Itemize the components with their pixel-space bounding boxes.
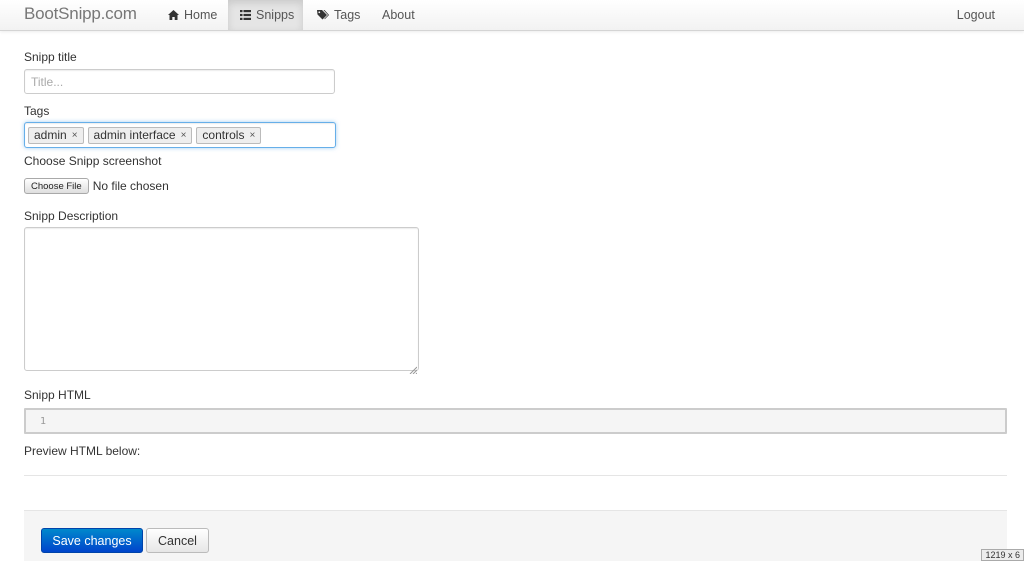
html-code-editor[interactable]: 1: [24, 408, 1007, 434]
tag-chip: admin interface ×: [87, 126, 193, 144]
home-icon: [168, 10, 179, 20]
line-number: 1: [39, 415, 47, 427]
tag-chip: admin ×: [28, 126, 84, 144]
top-navbar: BootSnipp.com Home Snipps Tags About Log…: [0, 0, 1024, 31]
tag-icon: [317, 10, 329, 20]
logout-label: Logout: [956, 8, 995, 22]
divider: [24, 475, 1007, 476]
screenshot-label: Choose Snipp screenshot: [24, 154, 162, 168]
nav-about[interactable]: About: [370, 0, 427, 30]
tag-chip-label: admin interface: [93, 128, 176, 142]
choose-file-button[interactable]: Choose File: [24, 178, 89, 194]
snipp-title-label: Snipp title: [24, 50, 77, 64]
list-icon: [240, 10, 251, 20]
file-picker: Choose File No file chosen: [24, 178, 169, 194]
snipp-title-input[interactable]: [24, 69, 335, 94]
tag-remove-icon[interactable]: ×: [249, 130, 255, 141]
window-size-badge: 1219 x 6: [981, 549, 1024, 561]
preview-label: Preview HTML below:: [24, 444, 141, 458]
nav-snipps[interactable]: Snipps: [228, 0, 303, 30]
tags-input[interactable]: admin × admin interface × controls ×: [24, 122, 336, 148]
nav-home[interactable]: Home: [156, 0, 229, 30]
save-changes-button[interactable]: Save changes: [41, 528, 143, 553]
cancel-button[interactable]: Cancel: [146, 528, 209, 553]
tag-chip-label: admin: [34, 128, 67, 142]
nav-tags[interactable]: Tags: [305, 0, 372, 30]
form-actions: Save changes Cancel: [24, 510, 1007, 561]
nav-tags-label: Tags: [334, 8, 361, 22]
description-label: Snipp Description: [24, 209, 119, 223]
nav-home-label: Home: [184, 8, 218, 22]
description-textarea[interactable]: [24, 227, 419, 375]
nav-snipps-label: Snipps: [256, 8, 295, 22]
tag-chip: controls ×: [196, 126, 262, 144]
file-status-text: No file chosen: [92, 179, 169, 193]
snipp-html-label: Snipp HTML: [24, 388, 91, 402]
nav-about-label: About: [382, 8, 415, 22]
tag-remove-icon[interactable]: ×: [72, 130, 78, 141]
logout-link[interactable]: Logout: [945, 0, 1007, 30]
tags-label: Tags: [24, 104, 50, 118]
tag-chip-label: controls: [202, 128, 245, 142]
resize-grip-icon[interactable]: [409, 361, 418, 375]
tag-remove-icon[interactable]: ×: [181, 130, 187, 141]
brand-logo[interactable]: BootSnipp.com: [24, 4, 137, 24]
